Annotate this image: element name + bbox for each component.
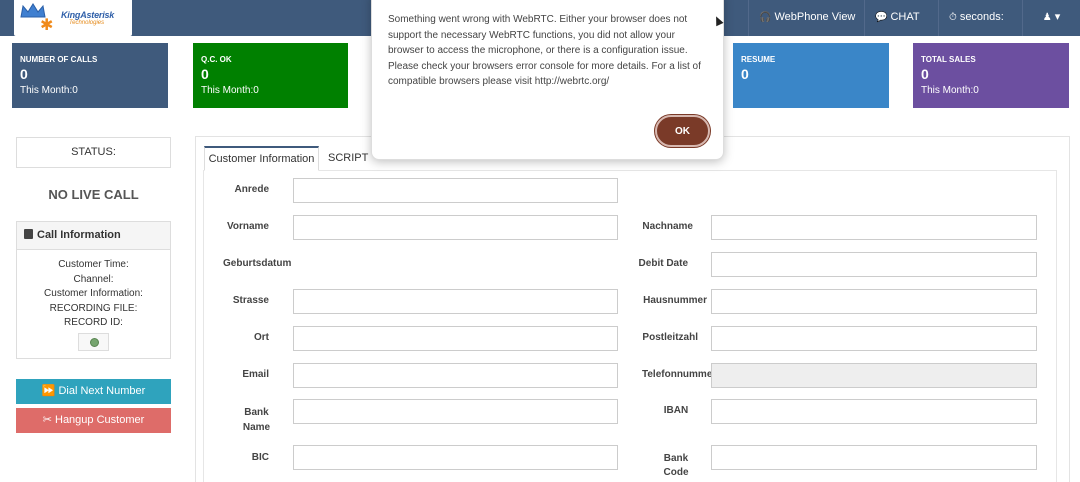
brand-subtitle: Technologies: [69, 20, 105, 26]
fast-forward-icon: ⏩: [41, 385, 56, 397]
debit-date-input[interactable]: [711, 252, 1037, 277]
record-button[interactable]: [78, 332, 109, 351]
stat-card-number-of-calls: NUMBER OF CALLS 0 This Month:0: [12, 43, 168, 108]
postleitzahl-input[interactable]: [711, 326, 1037, 351]
call-information-panel: Call Information Customer Time: Channel:…: [16, 221, 171, 359]
label-hausnummer: Hausnummer: [643, 295, 707, 306]
vorname-input[interactable]: [293, 215, 618, 240]
nav-chat[interactable]: 💬 CHAT: [864, 0, 930, 36]
bank-name-input[interactable]: [293, 399, 618, 424]
recording-file-label: RECORDING FILE:: [49, 302, 138, 314]
label-debit-date: Debit Date: [638, 258, 688, 269]
bank-code-input[interactable]: [711, 445, 1037, 470]
stopwatch-icon: ⏱: [949, 12, 957, 23]
ok-button[interactable]: OK: [655, 115, 710, 147]
chevron-down-icon: ▾: [1054, 11, 1061, 23]
webrtc-error-dialog: Something went wrong with WebRTC. Either…: [371, 0, 724, 160]
record-id-label: RECORD ID:: [64, 317, 123, 328]
dial-next-number-button[interactable]: ⏩ Dial Next Number: [16, 379, 171, 404]
label-iban: IBAN: [663, 405, 689, 416]
telefonnummer-input[interactable]: [711, 363, 1037, 388]
label-geburtsdatum: Geburtsdatum: [223, 258, 292, 269]
label-telefonnummer: Telefonnumme: [642, 369, 712, 380]
nav-seconds: ⏱ seconds:: [938, 0, 1014, 36]
hangup-customer-button[interactable]: ✂ Hangup Customer: [16, 408, 171, 433]
label-bank-name: Bank Name: [242, 407, 271, 433]
status-box: STATUS:: [16, 137, 171, 168]
nachname-input[interactable]: [711, 215, 1037, 240]
hausnummer-input[interactable]: [711, 289, 1037, 314]
email-input[interactable]: [293, 363, 618, 388]
stat-card-qc-ok: Q.C. OK 0 This Month:0: [193, 43, 348, 108]
label-email: Email: [242, 369, 269, 380]
hangup-phone-icon: ✂: [42, 414, 52, 426]
label-ort: Ort: [254, 332, 269, 343]
strasse-input[interactable]: [293, 289, 618, 314]
customer-information-label: Customer Information:: [44, 288, 143, 299]
brand-name: KingAsterisk: [61, 10, 115, 20]
channel-label: Channel:: [73, 273, 114, 285]
chat-icon: 💬: [875, 12, 888, 23]
status-label: STATUS:: [71, 146, 116, 158]
call-information-header: Call Information: [17, 222, 170, 250]
dialog-message: Something went wrong with WebRTC. Either…: [388, 14, 701, 87]
ort-input[interactable]: [293, 326, 618, 351]
stat-card-total-sales: TOTAL SALES 0 This Month:0: [913, 43, 1069, 108]
nav-user-menu[interactable]: ♟ ▾: [1022, 0, 1080, 36]
bic-input[interactable]: [293, 445, 618, 470]
label-postleitzahl: Postleitzahl: [642, 332, 698, 343]
label-bic: BIC: [251, 452, 269, 463]
brand-logo[interactable]: ✱ KingAsterisk Technologies: [14, 0, 132, 36]
contact-card-icon: [24, 229, 33, 239]
no-live-call-text: NO LIVE CALL: [48, 187, 139, 202]
user-icon: ♟: [1042, 12, 1052, 23]
tab-customer-information[interactable]: Customer Information: [204, 146, 319, 171]
tab-script[interactable]: SCRIPT: [328, 146, 368, 171]
label-vorname: Vorname: [226, 221, 269, 232]
nav-webphone-view[interactable]: 🎧 WebPhone View: [748, 0, 865, 36]
label-strasse: Strasse: [232, 295, 269, 306]
headset-icon: 🎧: [759, 12, 772, 23]
stat-card-resume: RESUME 0: [733, 43, 889, 108]
label-anrede: Anrede: [234, 184, 269, 195]
anrede-input[interactable]: [293, 178, 618, 203]
record-dot-icon: [90, 337, 99, 347]
iban-input[interactable]: [711, 399, 1037, 424]
asterisk-icon: ✱: [40, 17, 54, 34]
customer-time-label: Customer Time:: [58, 259, 129, 270]
label-nachname: Nachname: [642, 221, 693, 232]
label-bank-code: Bank Code: [663, 453, 689, 478]
